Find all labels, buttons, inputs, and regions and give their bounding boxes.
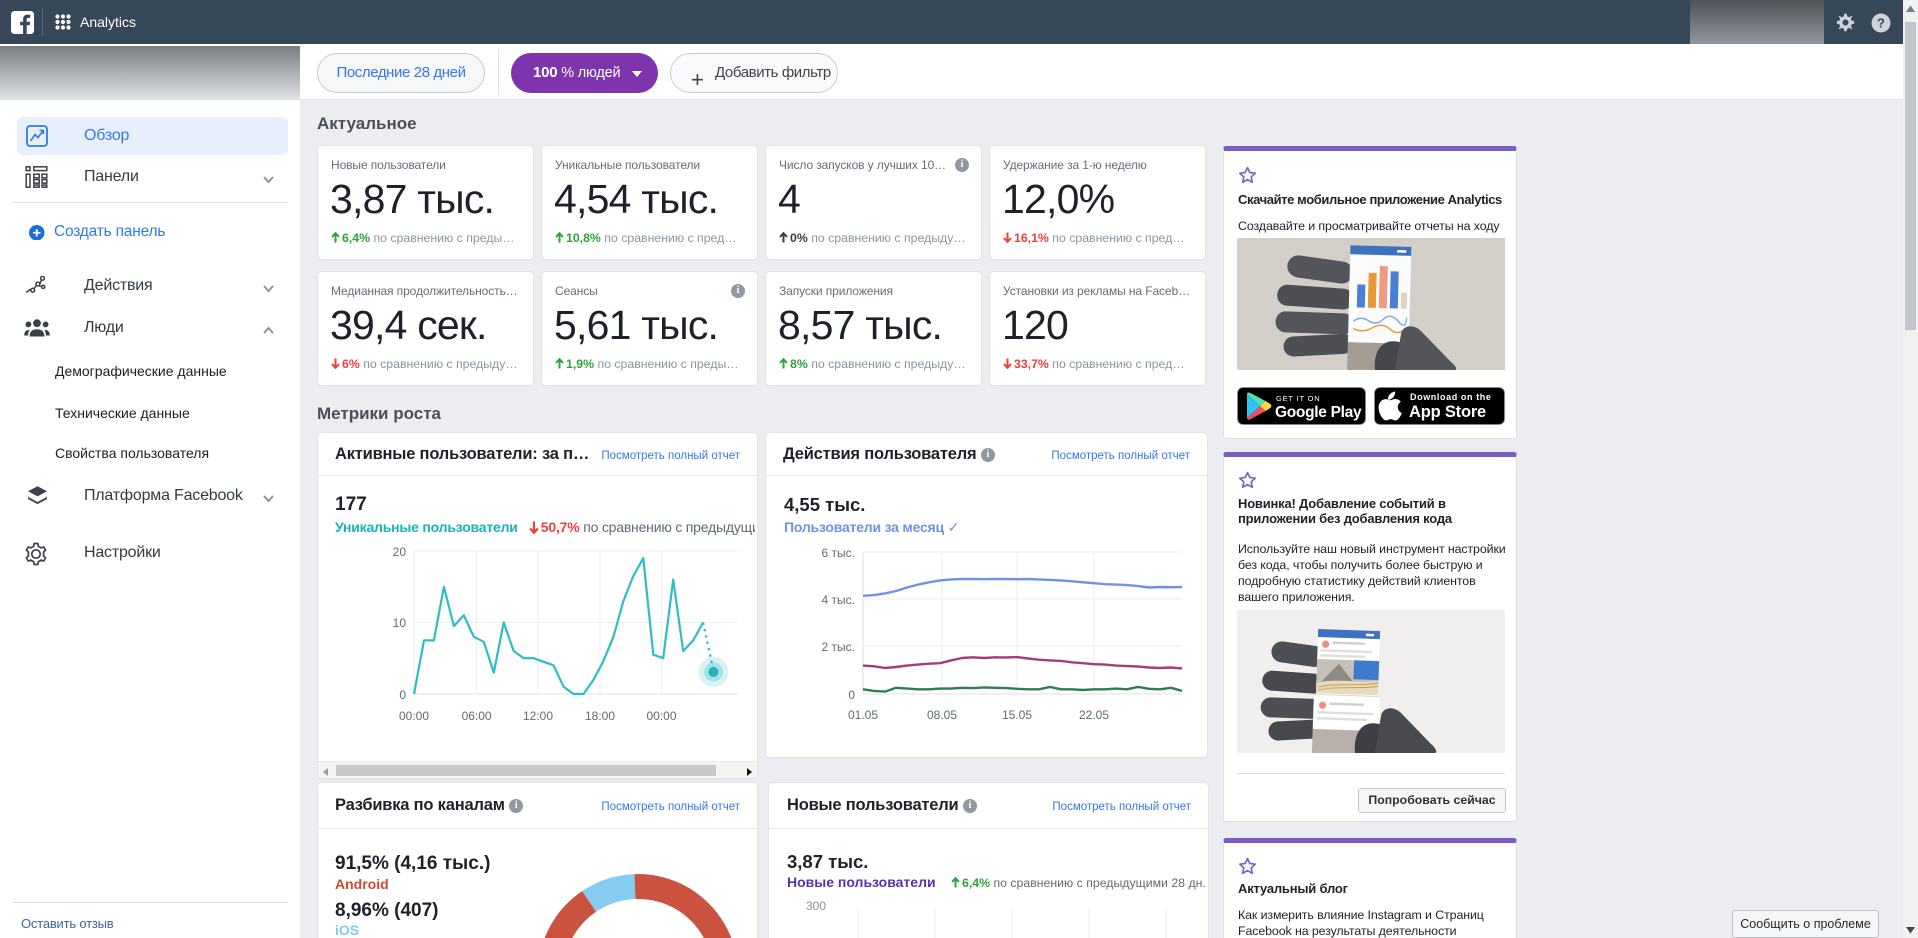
svg-text:15.05: 15.05 xyxy=(1002,708,1032,722)
svg-text:Google Play: Google Play xyxy=(1275,404,1362,421)
svg-text:00:00: 00:00 xyxy=(646,709,676,723)
svg-text:06:00: 06:00 xyxy=(462,709,492,723)
svg-text:?: ? xyxy=(1877,16,1885,31)
svg-text:2 тыс.: 2 тыс. xyxy=(822,640,855,654)
svg-text:4 тыс.: 4 тыс. xyxy=(822,593,855,607)
svg-text:6 тыс.: 6 тыс. xyxy=(822,546,855,560)
svg-text:GET IT ON: GET IT ON xyxy=(1276,394,1320,403)
svg-text:0: 0 xyxy=(399,688,406,702)
svg-text:Download on the: Download on the xyxy=(1410,392,1492,402)
svg-text:00:00: 00:00 xyxy=(399,709,429,723)
svg-text:01.05: 01.05 xyxy=(848,708,878,722)
svg-text:18:00: 18:00 xyxy=(585,709,615,723)
svg-text:20: 20 xyxy=(393,545,407,559)
svg-text:08.05: 08.05 xyxy=(927,708,957,722)
svg-text:App Store: App Store xyxy=(1409,403,1486,421)
svg-text:10: 10 xyxy=(393,616,407,630)
svg-text:12:00: 12:00 xyxy=(523,709,553,723)
svg-text:0: 0 xyxy=(848,688,855,702)
svg-text:22.05: 22.05 xyxy=(1079,708,1109,722)
